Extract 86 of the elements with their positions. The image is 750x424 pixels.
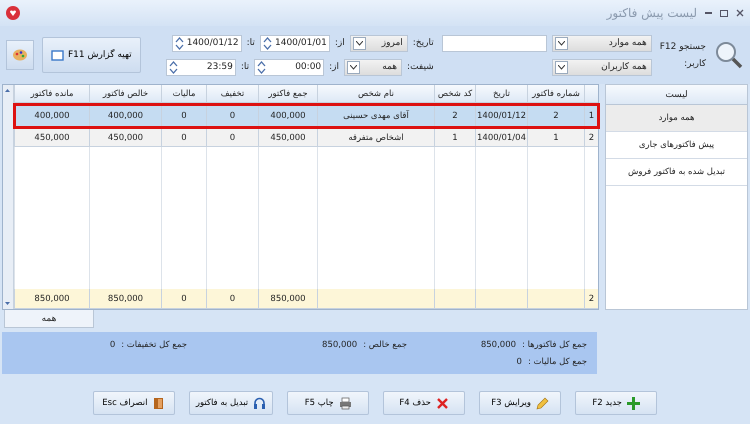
summary-value: 0 <box>516 356 522 366</box>
time-to-field[interactable]: 23:59 <box>166 58 236 76</box>
table-cell: 0 <box>206 129 258 146</box>
table-cell: 1400/01/04 <box>475 129 527 146</box>
headset-icon <box>253 396 266 410</box>
date-preset-dropdown[interactable]: امروز <box>350 34 408 52</box>
row-number: 1 <box>584 103 598 128</box>
time-from-field[interactable]: 00:00 <box>254 58 324 76</box>
search-label: جستجو F12 <box>660 42 706 52</box>
report-button[interactable]: تهیه گزارش F11 <box>42 37 141 73</box>
scrollbar[interactable] <box>3 85 14 309</box>
plus-icon <box>626 396 640 410</box>
date-from-field[interactable]: 1400/01/01 <box>260 34 330 52</box>
table-cell: اشخاص متفرقه <box>317 129 434 146</box>
from-label: از: <box>329 62 340 72</box>
table-cell: 450,000 <box>258 129 317 146</box>
close-icon <box>436 396 449 410</box>
row-count: 2 <box>584 289 598 308</box>
pencil-icon <box>536 396 550 410</box>
search-field[interactable] <box>442 34 547 52</box>
column-header[interactable]: جمع فاکتور <box>258 85 317 102</box>
column-header[interactable]: تاریخ <box>475 85 527 102</box>
to-label: تا: <box>240 62 250 72</box>
row-number: 2 <box>584 129 598 146</box>
table-cell: آقای مهدی حسینی <box>317 103 434 128</box>
table-cell: 1 <box>434 129 475 146</box>
summary-label: جمع کل فاکتورها : <box>522 340 587 350</box>
table-cell: 400,000 <box>89 103 161 128</box>
shift-label: شیفت: <box>407 62 434 72</box>
date-to-field[interactable]: 1400/01/12 <box>172 34 242 52</box>
from-label: از: <box>334 38 345 48</box>
action-button[interactable]: چاپ F5 <box>287 391 370 415</box>
to-label: تا: <box>246 38 255 48</box>
table-cell: 2 <box>434 103 475 128</box>
spinner-icon[interactable] <box>174 36 184 50</box>
minimize-icon[interactable] <box>705 12 712 14</box>
action-button[interactable]: ویرایش F3 <box>479 391 562 415</box>
table-cell: 0 <box>206 103 258 128</box>
summary-label: جمع خالص : <box>363 340 407 350</box>
table-cell: 2 <box>527 103 584 128</box>
total-cell: 850,000 <box>258 289 317 308</box>
column-header[interactable]: کد شخص <box>434 85 475 102</box>
spinner-icon[interactable] <box>262 36 272 50</box>
action-button[interactable]: جدید F2 <box>575 391 658 415</box>
user-label: کاربر: <box>683 58 706 68</box>
total-cell: 0 <box>161 289 206 308</box>
palette-icon <box>12 48 28 62</box>
summary-value: 850,000 <box>322 340 358 350</box>
table-cell: 1 <box>527 129 584 146</box>
door-icon <box>152 396 166 410</box>
summary-value: 850,000 <box>480 340 516 350</box>
spinner-icon[interactable] <box>257 60 266 74</box>
action-button[interactable]: تبدیل به فاکتور <box>188 391 274 415</box>
column-header[interactable]: مالیات <box>161 85 206 102</box>
user-dropdown[interactable]: همه کاربران <box>552 58 652 76</box>
action-button[interactable]: حذف F4 <box>383 391 466 415</box>
table-cell: 450,000 <box>89 129 161 146</box>
column-header[interactable]: تخفیف <box>206 85 258 102</box>
app-icon <box>6 6 20 20</box>
tab[interactable]: همه <box>4 310 94 328</box>
shift-dropdown[interactable]: همه <box>344 58 402 76</box>
column-header[interactable]: شماره فاکتور <box>527 85 584 102</box>
panel-title: لیست <box>606 85 747 105</box>
action-button[interactable]: انصراف Esc <box>92 391 175 415</box>
total-cell: 850,000 <box>89 289 161 308</box>
printer-icon <box>338 396 352 410</box>
date-label: تاریخ: <box>412 38 434 48</box>
search-icon[interactable] <box>714 40 744 70</box>
window-title: لیست پیش فاکتور <box>606 6 697 20</box>
search-scope-dropdown[interactable]: همه موارد <box>552 34 652 52</box>
column-header[interactable]: خالص فاکتور <box>89 85 161 102</box>
spinner-icon[interactable] <box>168 60 178 74</box>
table-cell: 1400/01/12 <box>475 103 527 128</box>
summary-value: 0 <box>110 340 116 350</box>
maximize-icon[interactable] <box>720 10 728 16</box>
total-cell: 0 <box>206 289 258 308</box>
summary-label: جمع کل مالیات : <box>528 356 587 366</box>
list-item[interactable]: همه موارد <box>606 105 747 132</box>
table-cell: 0 <box>161 129 206 146</box>
close-icon[interactable] <box>736 9 744 17</box>
column-header[interactable]: نام شخص <box>317 85 434 102</box>
table-cell: 400,000 <box>14 103 89 128</box>
summary-label: جمع کل تخفیفات : <box>121 340 187 350</box>
table-cell: 400,000 <box>258 103 317 128</box>
table-cell: 0 <box>161 103 206 128</box>
window-icon <box>51 48 64 62</box>
